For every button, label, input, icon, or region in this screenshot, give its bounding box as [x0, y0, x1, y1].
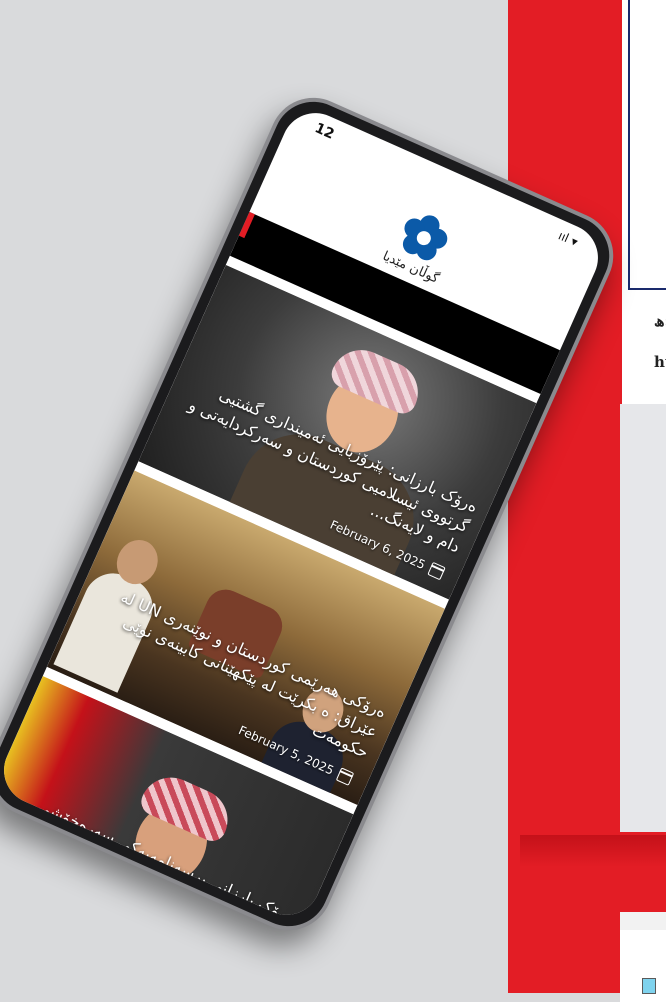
menu-accent	[238, 211, 255, 239]
document-frame	[628, 0, 666, 290]
signal-icon: ııl ▾	[556, 228, 580, 250]
document-text-line2: ht	[654, 353, 666, 371]
status-time: 12	[312, 120, 337, 143]
document-text-line1: ھ:	[654, 312, 666, 330]
document-bottom-bar	[620, 912, 666, 930]
document-grey-panel	[620, 404, 666, 832]
background-red-shadow	[520, 835, 666, 867]
document-icon	[642, 978, 656, 994]
